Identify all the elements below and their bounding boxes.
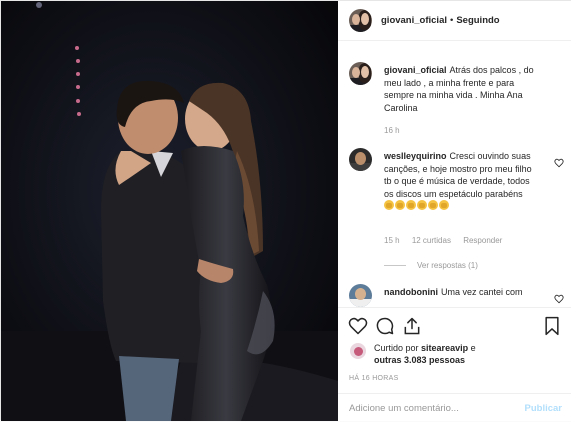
reply-button[interactable]: Responder	[463, 236, 502, 245]
post-actions: Curtido por siteareavip e outras 3.083 p…	[338, 307, 571, 421]
instagram-post: giovani_oficial • Seguindo giovani_ofici…	[0, 0, 571, 421]
caption-text-block: giovani_oficial Atrás dos palcos , do meu…	[384, 64, 544, 114]
publish-button[interactable]: Publicar	[525, 403, 563, 414]
following-button[interactable]: Seguindo	[456, 15, 499, 26]
post-header: giovani_oficial • Seguindo	[338, 1, 571, 41]
view-replies-label: Ver respostas (1)	[417, 261, 478, 270]
clap-emojis	[384, 200, 450, 211]
comment-text: Uma vez cantei com	[441, 287, 523, 297]
comment-input[interactable]: Adicione um comentário...	[349, 403, 525, 414]
replies-line	[384, 265, 406, 266]
comment-username[interactable]: nandobonini	[384, 287, 438, 297]
likes-others[interactable]: outras 3.083 pessoas	[374, 355, 465, 365]
add-comment-bar: Adicione um comentário... Publicar	[338, 393, 571, 422]
comment-text-block: weslleyquirino Cresci ouvindo suas cançõe…	[384, 150, 534, 213]
comment-avatar[interactable]	[349, 284, 372, 307]
liker-avatar[interactable]	[349, 342, 367, 360]
comment-meta: 15 h 12 curtidas Responder	[384, 236, 512, 245]
author-avatar[interactable]	[349, 9, 372, 32]
likes-summary: Curtido por siteareavip e outras 3.083 p…	[349, 342, 564, 366]
likes-joiner: e	[470, 343, 476, 353]
comment-like-heart-icon[interactable]	[554, 294, 564, 304]
post-photo[interactable]	[1, 1, 338, 421]
comment-item: nandobonini Uma vez cantei com	[349, 284, 564, 307]
post-time-ago[interactable]: HÁ 16 HORAS	[349, 375, 399, 382]
comment-like-heart-icon[interactable]	[554, 158, 564, 168]
comment-likes[interactable]: 12 curtidas	[412, 236, 451, 245]
bookmark-icon[interactable]	[542, 316, 562, 336]
comment-icon[interactable]	[375, 316, 395, 336]
share-icon[interactable]	[402, 316, 422, 336]
comment-time[interactable]: 15 h	[384, 236, 400, 245]
post-sidebar: giovani_oficial • Seguindo giovani_ofici…	[338, 1, 571, 421]
view-replies[interactable]: Ver respostas (1)	[384, 261, 478, 270]
post-photo-image	[1, 1, 338, 421]
likes-text: Curtido por siteareavip e outras 3.083 p…	[374, 342, 476, 366]
liker-username[interactable]: siteareavip	[421, 343, 468, 353]
caption-meta: 16 h	[384, 126, 410, 135]
likes-prefix: Curtido por	[374, 343, 419, 353]
comment-text-block: nandobonini Uma vez cantei com	[384, 286, 534, 299]
comments-list[interactable]: giovani_oficial Atrás dos palcos , do meu…	[338, 42, 571, 307]
author-username[interactable]: giovani_oficial	[381, 15, 447, 26]
caption: giovani_oficial Atrás dos palcos , do meu…	[349, 62, 564, 152]
heart-icon[interactable]	[348, 316, 368, 336]
caption-avatar[interactable]	[349, 62, 372, 85]
comment-item: weslleyquirino Cresci ouvindo suas cançõe…	[349, 148, 564, 278]
caption-time[interactable]: 16 h	[384, 126, 400, 135]
caption-username[interactable]: giovani_oficial	[384, 65, 447, 75]
action-icons	[348, 316, 562, 336]
comment-avatar[interactable]	[349, 148, 372, 171]
comment-username[interactable]: weslleyquirino	[384, 151, 447, 161]
separator-dot: •	[450, 15, 454, 26]
